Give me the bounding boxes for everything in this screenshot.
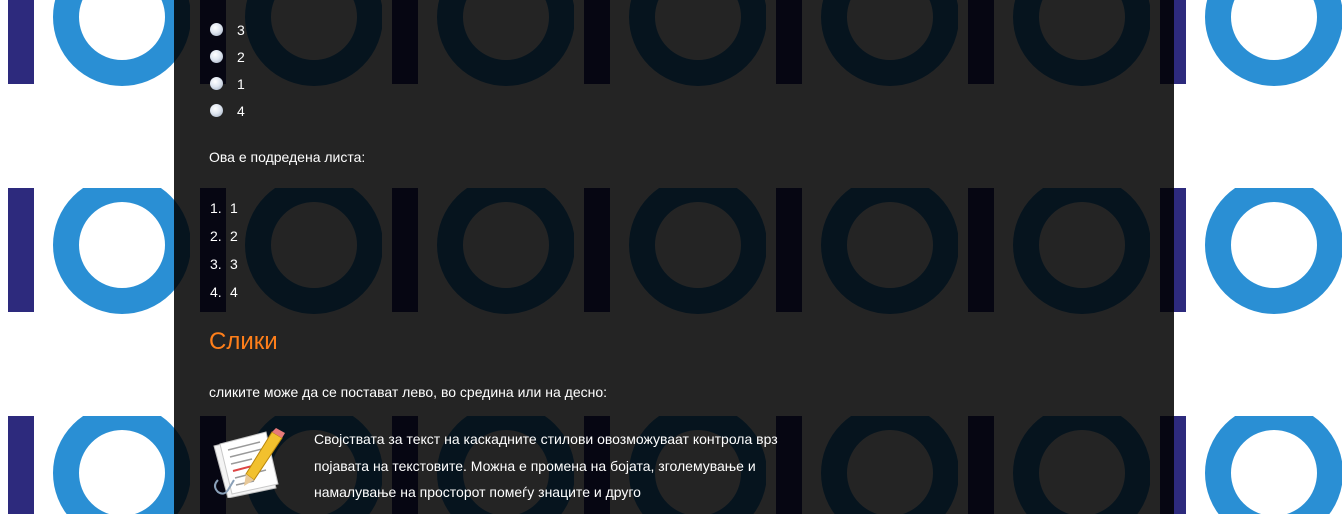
sphere-bullet-icon	[210, 50, 223, 63]
list-item: 1	[210, 70, 245, 97]
list-item: 4	[210, 97, 245, 124]
list-item-text: 4	[237, 102, 245, 119]
ordered-list-intro: Ова е подредена листа:	[209, 149, 366, 165]
images-intro: сликите може да се постават лево, во сре…	[209, 384, 608, 400]
list-item: 2	[210, 43, 245, 70]
image-caption-paragraph: Својствата за текст на каскадните стилов…	[314, 431, 778, 500]
sphere-bullet-icon	[210, 23, 223, 36]
list-marker: 1.	[210, 200, 222, 216]
sphere-bullet-icon	[210, 77, 223, 90]
list-item-text: 1	[237, 75, 245, 92]
list-item-text: 3	[237, 21, 245, 38]
list-item-text: 3	[230, 256, 238, 272]
sphere-bullet-icon	[210, 104, 223, 117]
content-panel: 3 2 1 4 Ова е подредена листа: 1. 1 2. 2 3…	[174, 0, 1174, 514]
document-pencil-icon	[213, 428, 285, 498]
list-item: 3	[210, 16, 245, 43]
list-item: 3. 3	[210, 252, 238, 280]
list-item: 4. 4	[210, 280, 238, 308]
list-marker: 3.	[210, 256, 222, 272]
list-item-text: 2	[230, 228, 238, 244]
list-marker: 2.	[210, 228, 222, 244]
list-item-text: 4	[230, 284, 238, 300]
section-heading: Слики	[209, 328, 278, 355]
list-item-text: 2	[237, 48, 245, 65]
list-marker: 4.	[210, 284, 222, 300]
ordered-list: 1. 1 2. 2 3. 3 4. 4	[210, 196, 238, 308]
list-item: 2. 2	[210, 224, 238, 252]
list-item: 1. 1	[210, 196, 238, 224]
bullet-list: 3 2 1 4	[210, 16, 245, 124]
list-item-text: 1	[230, 200, 238, 216]
